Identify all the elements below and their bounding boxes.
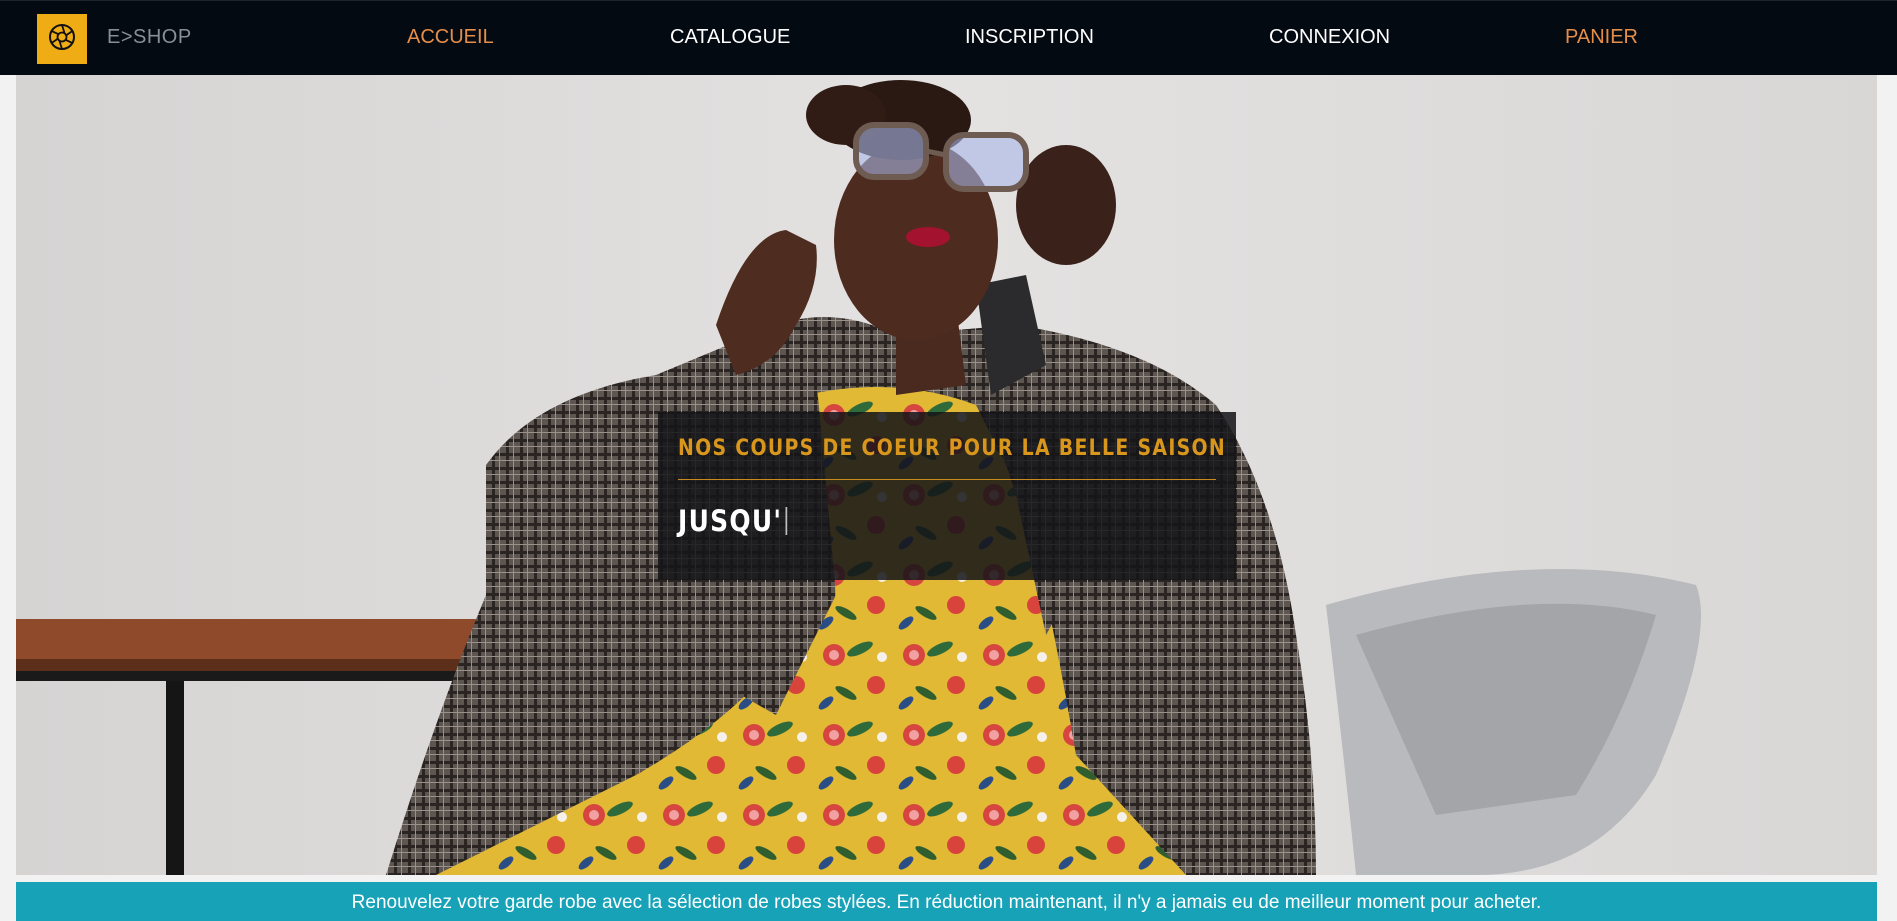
promo-divider: [678, 479, 1216, 480]
aperture-icon: [47, 22, 77, 57]
nav-connexion[interactable]: CONNEXION: [1269, 26, 1390, 49]
nav-accueil[interactable]: ACCUEIL: [407, 26, 494, 49]
top-navbar: E>SHOP ACCUEIL CATALOGUE INSCRIPTION CON…: [0, 0, 1897, 75]
promo-typed-label: JUSQU': [678, 504, 783, 538]
promo-title: NOS COUPS DE COEUR POUR LA BELLE SAISON: [678, 436, 1227, 461]
nav-catalogue[interactable]: CATALOGUE: [670, 26, 790, 49]
promo-typed-text: JUSQU': [678, 504, 1141, 538]
page-gutter: [1877, 75, 1897, 921]
nav-panier[interactable]: PANIER: [1565, 26, 1638, 49]
logo[interactable]: [37, 14, 87, 64]
typing-caret: [785, 507, 788, 535]
nav-inscription[interactable]: INSCRIPTION: [965, 26, 1094, 49]
brand-name[interactable]: E>SHOP: [107, 26, 192, 49]
promo-banner: Renouvelez votre garde robe avec la séle…: [16, 882, 1877, 921]
promo-overlay: NOS COUPS DE COEUR POUR LA BELLE SAISON …: [658, 412, 1236, 580]
